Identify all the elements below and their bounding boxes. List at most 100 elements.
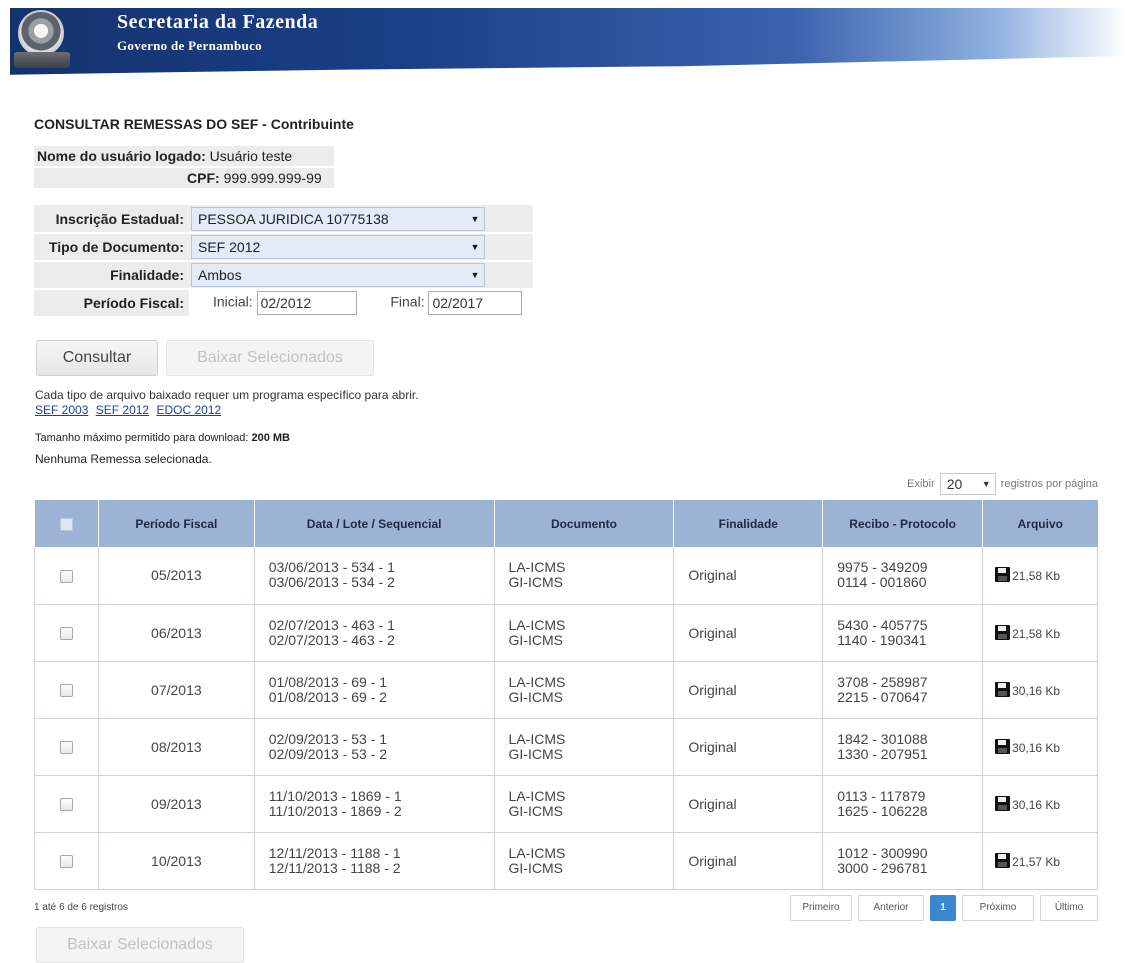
table-row: 08/2013 02/09/2013 - 53 - 1 02/09/2013 - …	[34, 718, 1098, 776]
cell-periodo: 06/2013	[97, 604, 255, 662]
tipo-documento-select[interactable]: SEF 2012 ▼	[191, 235, 485, 259]
data-line-2: 02/09/2013 - 53 - 2	[268, 745, 388, 762]
select-all-checkbox[interactable]	[59, 517, 73, 531]
col-header-data[interactable]: Data / Lote / Sequencial	[253, 500, 495, 547]
floppy-disk-icon[interactable]	[995, 567, 1011, 583]
pager-current[interactable]: 1	[930, 895, 956, 921]
file-size[interactable]: 30,16 Kb	[1012, 798, 1060, 812]
recibo-line-1: 1842 - 301088	[837, 730, 928, 747]
page-title: CONSULTAR REMESSAS DO SEF - Contribuinte	[34, 116, 354, 132]
link-sef-2003[interactable]: SEF 2003	[35, 403, 88, 417]
cell-arquivo[interactable]: 30,16 Kb	[982, 718, 1098, 776]
row-checkbox[interactable]	[59, 570, 73, 584]
col-header-documento[interactable]: Documento	[493, 500, 674, 547]
link-sef-2012[interactable]: SEF 2012	[96, 403, 149, 417]
file-size[interactable]: 30,16 Kb	[1012, 684, 1060, 698]
link-edoc-2012[interactable]: EDOC 2012	[156, 403, 221, 417]
row-checkbox-cell	[34, 775, 99, 833]
table-row: 05/2013 03/06/2013 - 534 - 1 03/06/2013 -…	[34, 547, 1098, 605]
data-line-1: 02/09/2013 - 53 - 1	[268, 730, 388, 747]
cell-arquivo[interactable]: 30,16 Kb	[982, 775, 1098, 833]
file-size[interactable]: 21,58 Kb	[1012, 569, 1060, 583]
per-page-select[interactable]: 20 ▼	[939, 473, 996, 495]
filter-form: Inscrição Estadual: PESSOA JURIDICA 1077…	[34, 205, 533, 318]
cell-arquivo[interactable]: 21,58 Kb	[982, 547, 1098, 605]
row-checkbox[interactable]	[59, 855, 73, 869]
cell-periodo: 07/2013	[97, 661, 255, 719]
recibo-line-1: 9975 - 349209	[837, 559, 928, 576]
pager-next[interactable]: Próximo	[962, 895, 1034, 921]
col-header-periodo[interactable]: Período Fiscal	[97, 500, 255, 547]
pager-first[interactable]: Primeiro	[790, 895, 852, 921]
doc-line-1: LA-ICMS	[508, 673, 566, 690]
program-links: SEF 2003 SEF 2012 EDOC 2012	[35, 403, 225, 417]
file-size[interactable]: 21,58 Kb	[1012, 627, 1060, 641]
pager-prev[interactable]: Anterior	[858, 895, 924, 921]
doc-line-1: LA-ICMS	[508, 787, 566, 804]
floppy-disk-icon[interactable]	[995, 624, 1011, 640]
final-input[interactable]: 02/2017	[428, 291, 523, 315]
table-header-row: Período Fiscal Data / Lote / Sequencial …	[34, 500, 1098, 547]
cell-finalidade: Original	[673, 661, 823, 719]
cell-finalidade: Original	[673, 718, 823, 776]
row-checkbox[interactable]	[59, 741, 73, 755]
baixar-selecionados-bottom-button[interactable]: Baixar Selecionados	[36, 927, 244, 963]
recibo-line-1: 0113 - 117879	[837, 787, 926, 804]
remessas-table: Período Fiscal Data / Lote / Sequencial …	[34, 500, 1098, 890]
inicial-input[interactable]: 02/2012	[256, 291, 357, 315]
recibo-line-2: 2215 - 070647	[837, 688, 928, 705]
doc-line-2: GI-ICMS	[508, 688, 563, 705]
row-checkbox-cell	[34, 661, 99, 719]
cell-arquivo[interactable]: 21,57 Kb	[982, 832, 1098, 890]
data-line-2: 11/10/2013 - 1869 - 2	[268, 802, 402, 819]
cell-recibo: 0113 - 117879 1625 - 106228	[822, 775, 983, 833]
user-name-label: Nome do usuário logado:	[37, 148, 206, 164]
doc-line-1: LA-ICMS	[508, 559, 566, 576]
user-info: Nome do usuário logado: Usuário teste CP…	[34, 146, 334, 188]
recibo-line-2: 3000 - 296781	[837, 859, 928, 876]
per-page-control: Exibir 20 ▼ registros por página	[907, 473, 1098, 495]
cell-data: 02/07/2013 - 463 - 1 02/07/2013 - 463 - 2	[253, 604, 495, 662]
row-checkbox[interactable]	[59, 627, 73, 641]
cell-recibo: 1842 - 301088 1330 - 207951	[822, 718, 983, 776]
dropdown-arrow-icon: ▼	[470, 270, 480, 280]
floppy-disk-icon[interactable]	[995, 795, 1011, 811]
floppy-disk-icon[interactable]	[995, 852, 1011, 868]
data-line-1: 11/10/2013 - 1869 - 1	[268, 787, 402, 804]
cell-data: 12/11/2013 - 1188 - 1 12/11/2013 - 1188 -…	[253, 832, 495, 890]
file-size[interactable]: 30,16 Kb	[1012, 741, 1060, 755]
inscricao-select[interactable]: PESSOA JURIDICA 10775138 ▼	[191, 206, 485, 231]
table-row: 09/2013 11/10/2013 - 1869 - 1 11/10/2013 …	[34, 775, 1098, 833]
cell-arquivo[interactable]: 30,16 Kb	[982, 661, 1098, 719]
col-header-finalidade[interactable]: Finalidade	[673, 500, 823, 547]
pager-last[interactable]: Último	[1040, 895, 1098, 921]
row-checkbox-cell	[34, 604, 99, 662]
inscricao-cell: PESSOA JURIDICA 10775138 ▼	[189, 205, 533, 234]
recibo-line-2: 0114 - 001860	[837, 574, 927, 591]
row-checkbox[interactable]	[59, 684, 73, 698]
cell-data: 01/08/2013 - 69 - 1 01/08/2013 - 69 - 2	[253, 661, 495, 719]
data-line-1: 01/08/2013 - 69 - 1	[268, 673, 388, 690]
col-header-arquivo[interactable]: Arquivo	[982, 500, 1098, 547]
file-size[interactable]: 21,57 Kb	[1012, 855, 1060, 869]
col-header-recibo[interactable]: Recibo - Protocolo	[822, 500, 983, 547]
doc-line-2: GI-ICMS	[508, 574, 563, 591]
cell-documento: LA-ICMS GI-ICMS	[493, 604, 674, 662]
recibo-line-1: 3708 - 258987	[837, 673, 928, 690]
data-line-2: 03/06/2013 - 534 - 2	[268, 574, 395, 591]
baixar-selecionados-button[interactable]: Baixar Selecionados	[166, 340, 374, 376]
floppy-disk-icon[interactable]	[995, 681, 1011, 697]
select-all-header	[34, 500, 99, 547]
cell-documento: LA-ICMS GI-ICMS	[493, 718, 674, 776]
floppy-disk-icon[interactable]	[995, 738, 1011, 754]
tipo-documento-label: Tipo de Documento:	[34, 233, 189, 262]
row-checkbox[interactable]	[59, 798, 73, 812]
tipo-documento-cell: SEF 2012 ▼	[189, 233, 533, 262]
finalidade-select[interactable]: Ambos ▼	[191, 263, 485, 287]
consultar-button[interactable]: Consultar	[36, 340, 158, 376]
cell-arquivo[interactable]: 21,58 Kb	[982, 604, 1098, 662]
cell-data: 02/09/2013 - 53 - 1 02/09/2013 - 53 - 2	[253, 718, 495, 776]
cell-finalidade: Original	[673, 604, 823, 662]
user-cpf-label: CPF:	[187, 170, 220, 186]
header-title: Secretaria da Fazenda	[117, 11, 319, 33]
